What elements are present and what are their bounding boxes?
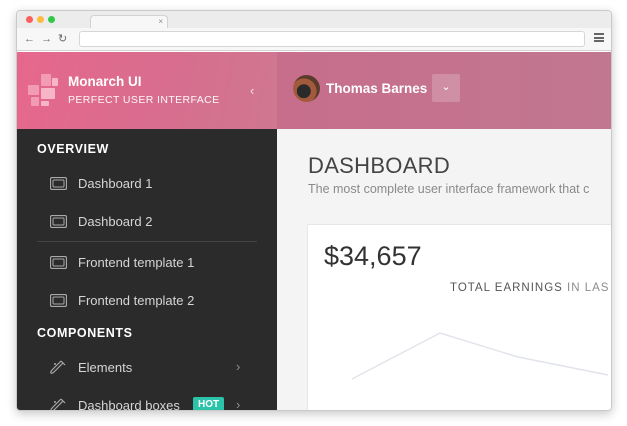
browser-nav: ← → ↻ — [24, 32, 67, 46]
chevron-right-icon: › — [236, 359, 241, 374]
forward-arrow-icon[interactable]: → — [41, 32, 52, 46]
sidebar-item-dashboard-2[interactable]: Dashboard 2 — [17, 207, 277, 237]
close-window-button[interactable] — [26, 16, 33, 23]
chevron-right-icon: › — [236, 397, 241, 411]
sidebar-item-elements[interactable]: Elements › — [17, 353, 277, 383]
traffic-lights — [26, 16, 55, 23]
earnings-value: $34,657 — [324, 241, 422, 271]
browser-toolbar: ← → ↻ — [17, 28, 611, 51]
monitor-icon — [50, 177, 67, 190]
main-content: DASHBOARD The most complete user interfa… — [277, 129, 611, 410]
brand-tagline: PERFECT USER INTERFACE — [68, 94, 220, 106]
back-arrow-icon[interactable]: ← — [24, 32, 35, 46]
chevron-down-icon: ⌄ — [441, 81, 451, 93]
browser-titlebar: × — [17, 11, 611, 28]
section-components: COMPONENTS — [37, 326, 133, 340]
sidebar-item-label: Elements — [78, 360, 133, 375]
earnings-label-muted: IN LAS — [562, 282, 610, 294]
sidebar-divider — [37, 241, 257, 242]
minimize-window-button[interactable] — [37, 16, 44, 23]
sidebar-item-label: Dashboard 2 — [78, 214, 153, 229]
address-input[interactable] — [79, 31, 585, 47]
hamburger-menu-icon[interactable] — [594, 33, 604, 42]
browser-tab[interactable]: × — [90, 15, 168, 28]
app: Monarch UI PERFECT USER INTERFACE ‹ OVER… — [17, 52, 611, 411]
top-header: Thomas Barnes ⌄ — [277, 52, 611, 129]
reload-icon[interactable]: ↻ — [58, 32, 67, 46]
earnings-sparkline — [351, 332, 609, 380]
brand-name: Monarch UI — [68, 74, 142, 89]
user-name[interactable]: Thomas Barnes — [326, 81, 427, 96]
earnings-label-strong: TOTAL EARNINGS — [450, 282, 563, 294]
sidebar-item-label: Frontend template 2 — [78, 293, 195, 308]
avatar[interactable] — [293, 75, 320, 102]
flask-icon — [50, 398, 66, 410]
monarch-logo-icon — [28, 74, 58, 106]
hot-badge: HOT — [193, 397, 225, 410]
sidebar-item-dashboard-1[interactable]: Dashboard 1 — [17, 169, 277, 199]
earnings-label: TOTAL EARNINGS IN LAS — [450, 282, 609, 294]
flask-icon — [50, 360, 66, 374]
monitor-icon — [50, 294, 67, 307]
browser-window: × ← → ↻ Monarch UI PERFECT USER INTERFAC… — [16, 10, 612, 411]
sidebar-item-label: Frontend template 1 — [78, 255, 195, 270]
sidebar-item-label: Dashboard 1 — [78, 176, 153, 191]
maximize-window-button[interactable] — [48, 16, 55, 23]
monitor-icon — [50, 256, 67, 269]
monitor-icon — [50, 215, 67, 228]
sidebar-item-label: Dashboard boxes — [78, 398, 180, 411]
tab-close-icon[interactable]: × — [158, 16, 163, 28]
sidebar: Monarch UI PERFECT USER INTERFACE ‹ OVER… — [17, 52, 277, 411]
sidebar-item-dashboard-boxes[interactable]: Dashboard boxes HOT › — [17, 391, 277, 411]
user-dropdown-button[interactable]: ⌄ — [432, 74, 460, 102]
earnings-card: $34,657 TOTAL EARNINGS IN LAS — [307, 224, 611, 410]
collapse-sidebar-icon[interactable]: ‹ — [250, 83, 254, 98]
section-overview: OVERVIEW — [37, 142, 109, 156]
brand-header: Monarch UI PERFECT USER INTERFACE ‹ — [17, 52, 277, 129]
sidebar-item-frontend-template-2[interactable]: Frontend template 2 — [17, 286, 277, 316]
page-title: DASHBOARD — [308, 153, 451, 178]
sidebar-item-frontend-template-1[interactable]: Frontend template 1 — [17, 248, 277, 278]
page-subtitle: The most complete user interface framewo… — [308, 182, 590, 196]
